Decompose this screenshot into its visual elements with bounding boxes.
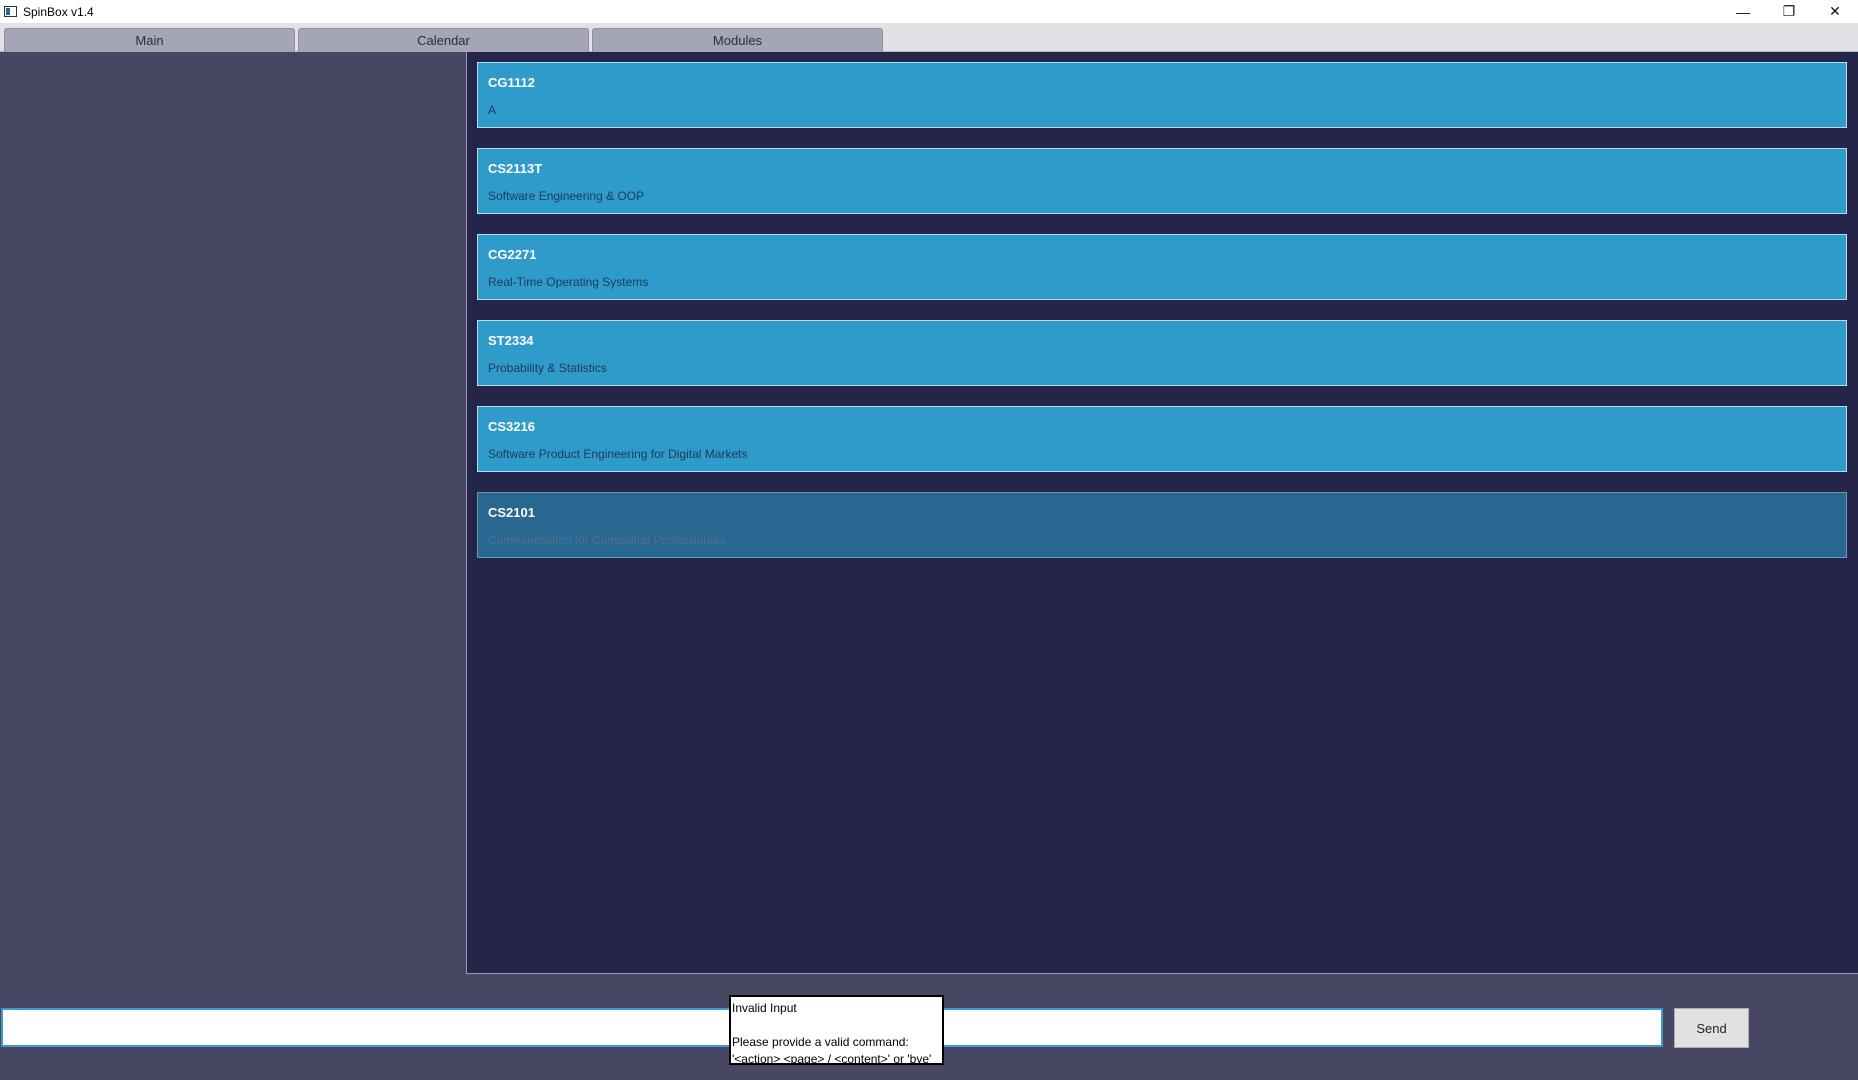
close-icon[interactable]: ✕ [1812, 0, 1858, 23]
send-button[interactable]: Send [1674, 1008, 1749, 1048]
tab-calendar[interactable]: Calendar [298, 28, 589, 52]
module-name: Communication for Computing Professional… [488, 533, 726, 547]
module-card-cs2101[interactable]: CS2101 Communication for Computing Profe… [477, 492, 1847, 558]
window-title: SpinBox v1.4 [23, 4, 94, 19]
module-card-st2334[interactable]: ST2334 Probability & Statistics [477, 320, 1847, 386]
module-code: CS2101 [488, 505, 535, 520]
module-code: ST2334 [488, 333, 534, 348]
module-card-cg2271[interactable]: CG2271 Real-Time Operating Systems [477, 234, 1847, 300]
module-name: Real-Time Operating Systems [488, 275, 649, 289]
module-code: CS3216 [488, 419, 535, 434]
window-controls: — ❐ ✕ [1720, 0, 1858, 23]
left-pane [0, 52, 466, 974]
module-card-cg1112[interactable]: CG1112 A [477, 62, 1847, 128]
tooltip-line-2: '<action> <page> / <content>' or 'bye' [732, 1052, 932, 1065]
minimize-icon[interactable]: — [1720, 0, 1766, 23]
tab-modules[interactable]: Modules [592, 28, 883, 52]
module-name: Software Product Engineering for Digital… [488, 447, 748, 461]
module-code: CG2271 [488, 247, 537, 262]
app-icon [4, 6, 17, 17]
module-code: CS2113T [488, 161, 543, 176]
module-card-cs3216[interactable]: CS3216 Software Product Engineering for … [477, 406, 1847, 472]
module-name: Probability & Statistics [488, 361, 607, 375]
module-card-cs2113t[interactable]: CS2113T Software Engineering & OOP [477, 148, 1847, 214]
module-name: A [488, 103, 497, 117]
module-code: CG1112 [488, 75, 535, 90]
tooltip-line-1: Please provide a valid command: [732, 1035, 909, 1049]
title-bar: SpinBox v1.4 — ❐ ✕ [0, 0, 1858, 23]
error-tooltip: Invalid Input Please provide a valid com… [729, 995, 944, 1065]
tab-bar: Main Calendar Modules [0, 23, 1858, 52]
tab-main[interactable]: Main [4, 28, 295, 52]
module-name: Software Engineering & OOP [488, 189, 645, 203]
restore-icon[interactable]: ❐ [1766, 0, 1812, 23]
tooltip-title: Invalid Input [732, 1001, 797, 1015]
modules-list[interactable]: CG1112 A CS2113T Software Engineering & … [466, 52, 1858, 974]
